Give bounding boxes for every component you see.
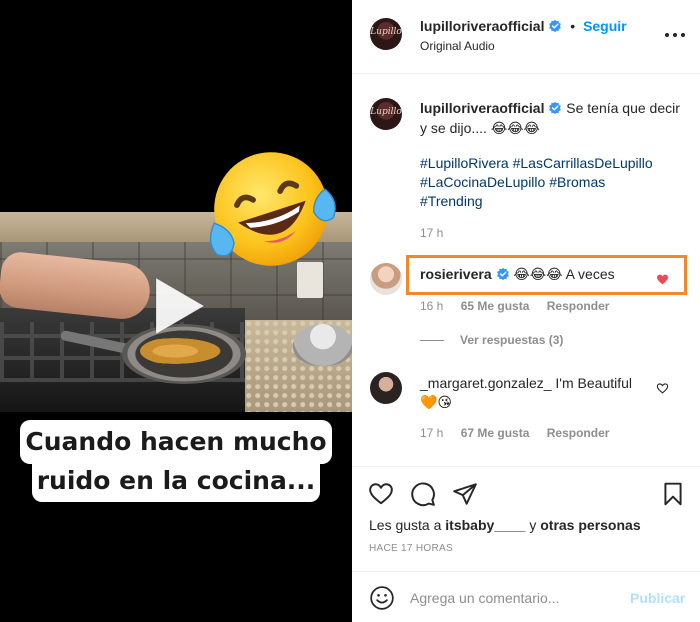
likes-middle: y	[529, 517, 537, 533]
header-user-line: lupillorivera­official • Seguir	[420, 18, 627, 34]
post-media[interactable]: Cuando hacen mucho ruido en la cocina...	[0, 0, 352, 622]
likes-prefix: Les gusta a	[369, 517, 442, 533]
hashtag-link[interactable]: #Trending	[420, 193, 483, 209]
comment-text: rosierivera 😂😂😂 A veces	[420, 266, 615, 283]
caption-timestamp[interactable]: 17 h	[420, 226, 443, 240]
caption-emojis: 😂😂😂	[490, 121, 540, 137]
comment-meta: 16 h 65 Me gusta Responder	[420, 299, 623, 313]
food-in-pan	[140, 336, 228, 366]
avatar[interactable]	[370, 372, 402, 404]
bookmark-icon[interactable]	[660, 481, 686, 507]
emoji-picker-icon[interactable]	[369, 585, 395, 611]
post-timestamp[interactable]: HACE 17 HORAS	[369, 543, 453, 554]
separator-dot: •	[570, 18, 576, 34]
verified-badge-icon	[549, 19, 562, 33]
laughing-tears-emoji	[209, 152, 336, 266]
reply-button[interactable]: Responder	[547, 426, 610, 440]
video-caption-line-1: Cuando hacen mucho	[20, 420, 332, 464]
liker-username-link[interactable]: itsbaby____	[445, 517, 525, 533]
verified-badge-icon	[496, 267, 509, 281]
caption-text: lupillorivera­official Se tenía que deci…	[420, 98, 682, 139]
username-link[interactable]: lupillorivera­official	[420, 100, 544, 116]
avatar-signature: Lupillo	[370, 107, 402, 117]
comment-input[interactable]	[410, 586, 620, 610]
hashtag-link[interactable]: #Bromas	[549, 174, 605, 190]
follow-button[interactable]: Seguir	[583, 18, 627, 34]
username-link[interactable]: rosierivera	[420, 266, 492, 282]
more-options-icon[interactable]	[665, 28, 687, 42]
comment-timestamp[interactable]: 16 h	[420, 299, 443, 313]
heart-icon[interactable]	[656, 382, 669, 395]
post-actions: Les gusta a itsbaby____ y otras personas…	[352, 466, 700, 622]
comment-icon[interactable]	[410, 481, 436, 507]
username-link[interactable]: lupillorivera­official	[420, 18, 544, 34]
comment-emojis: 😂😂😂	[513, 266, 563, 282]
username-link[interactable]: _margaret.gonzalez_	[420, 375, 552, 391]
other-likers-link[interactable]: otras personas	[540, 517, 640, 533]
avatar-signature: Lupillo	[370, 27, 402, 37]
avatar[interactable]: Lupillo	[370, 18, 402, 50]
view-replies-label: Ver respuestas (3)	[460, 333, 564, 347]
hashtag-list: #LupilloRivera #LasCarrillasDeLupillo #L…	[420, 154, 690, 211]
likes-summary: Les gusta a itsbaby____ y otras personas	[369, 517, 641, 533]
comment-likes[interactable]: 67 Me gusta	[461, 426, 530, 440]
post-side-panel: Lupillo lupillorivera­official • Seguir …	[352, 0, 700, 622]
metal-bowl	[293, 324, 352, 366]
avatar[interactable]: Lupillo	[370, 98, 402, 130]
liked-heart-icon[interactable]	[656, 273, 669, 286]
comment-text: _margaret.gonzalez_ I'm Beautiful	[420, 375, 632, 391]
comment-likes[interactable]: 65 Me gusta	[461, 299, 530, 313]
reply-button[interactable]: Responder	[547, 299, 610, 313]
video-caption-line-2: ruido en la cocina...	[32, 460, 320, 502]
view-replies-button[interactable]: Ver respuestas (3)	[420, 333, 563, 347]
play-icon[interactable]	[146, 274, 210, 338]
hashtag-link[interactable]: #LupilloRivera	[420, 155, 509, 171]
replies-divider	[420, 340, 444, 342]
audio-label[interactable]: Original Audio	[420, 39, 495, 53]
comment-body: A veces	[565, 266, 615, 282]
comment-timestamp[interactable]: 17 h	[420, 426, 443, 440]
heart-icon[interactable]	[368, 481, 394, 507]
add-comment-bar: Publicar	[352, 571, 700, 622]
comment-body: I'm Beautiful	[555, 375, 633, 391]
comment-emojis: 🧡😘	[420, 394, 453, 410]
comment-meta: 17 h 67 Me gusta Responder	[420, 426, 623, 440]
verified-badge-icon	[549, 101, 562, 115]
hashtag-link[interactable]: #LasCarrillasDeLupillo	[513, 155, 653, 171]
avatar[interactable]	[370, 263, 402, 295]
share-icon[interactable]	[452, 481, 478, 507]
post-header: Lupillo lupillorivera­official • Seguir …	[352, 0, 700, 74]
hashtag-link[interactable]: #LaCocinaDeLupillo	[420, 174, 545, 190]
publish-button[interactable]: Publicar	[630, 590, 685, 606]
